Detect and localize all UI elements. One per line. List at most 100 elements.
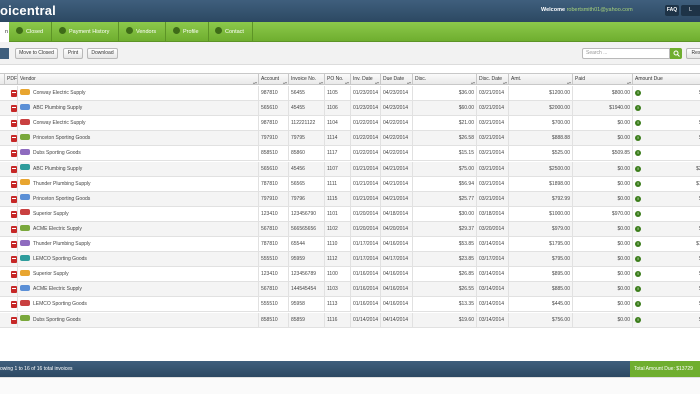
cell-pdf[interactable] bbox=[5, 312, 18, 328]
vendor-name[interactable]: Dubs Sporting Goods bbox=[33, 150, 81, 156]
vendor-name[interactable]: ABC Plumbing Supply bbox=[33, 166, 82, 172]
sort-icon[interactable]: ▴▾ bbox=[627, 77, 631, 84]
table-row[interactable]: Princeton Sporting Goods 797910 79795 1114 0… bbox=[0, 131, 700, 147]
pdf-icon[interactable] bbox=[11, 210, 17, 218]
cell-pdf[interactable] bbox=[5, 282, 18, 298]
cell-pdf[interactable] bbox=[5, 86, 18, 101]
user-menu-button[interactable]: L bbox=[681, 5, 700, 16]
download-button[interactable]: Download bbox=[87, 48, 118, 59]
pdf-icon[interactable] bbox=[11, 241, 17, 248]
sort-icon[interactable]: ▴▾ bbox=[345, 77, 349, 84]
pdf-icon[interactable] bbox=[11, 135, 17, 143]
sort-icon[interactable]: ▴▾ bbox=[471, 77, 475, 84]
pdf-icon[interactable] bbox=[11, 90, 17, 97]
table-row[interactable]: LEMCO Sporting Goods 555510 95959 1112 01/17… bbox=[0, 252, 700, 268]
vendor-name[interactable]: Superior Supply bbox=[33, 271, 69, 277]
pdf-icon[interactable] bbox=[11, 271, 17, 279]
pdf-icon[interactable] bbox=[11, 256, 17, 264]
tab-payment-history[interactable]: Payment History bbox=[55, 22, 119, 42]
info-circle-icon[interactable]: ! bbox=[635, 210, 641, 217]
info-circle-icon[interactable]: ! bbox=[635, 195, 641, 202]
pdf-icon[interactable] bbox=[11, 301, 17, 309]
info-circle-icon[interactable]: ! bbox=[635, 135, 641, 142]
table-row[interactable]: Thunder Plumbing Supply 787810 65544 1110 01… bbox=[0, 237, 700, 252]
sort-icon[interactable]: ▴▾ bbox=[283, 77, 287, 84]
pdf-icon[interactable] bbox=[11, 105, 17, 113]
info-circle-icon[interactable]: ! bbox=[635, 241, 641, 247]
vendor-name[interactable]: Thunder Plumbing Supply bbox=[33, 181, 91, 187]
cell-pdf[interactable] bbox=[5, 191, 18, 207]
faq-button[interactable]: FAQ bbox=[665, 5, 679, 16]
vendor-name[interactable]: Conway Electric Supply bbox=[33, 120, 86, 126]
info-circle-icon[interactable]: ! bbox=[635, 165, 641, 172]
column-header-inv-date[interactable]: Inv. Date ▴▾ bbox=[351, 74, 381, 85]
cell-pdf[interactable] bbox=[5, 206, 18, 222]
vendor-name[interactable]: ACME Electric Supply bbox=[33, 226, 82, 232]
column-header-disc-date[interactable]: Disc. Date ▴▾ bbox=[477, 74, 509, 85]
table-row[interactable]: Conway Electric Supply 987810 112221122 110… bbox=[0, 116, 700, 132]
vendor-name[interactable]: ABC Plumbing Supply bbox=[33, 105, 82, 111]
table-row[interactable]: Dubs Sporting Goods 858510 85859 1116 01/14/… bbox=[0, 312, 700, 328]
info-circle-icon[interactable]: ! bbox=[635, 301, 641, 308]
info-circle-icon[interactable]: ! bbox=[635, 256, 641, 263]
pdf-icon[interactable] bbox=[11, 286, 17, 294]
pdf-icon[interactable] bbox=[11, 120, 17, 128]
pdf-icon[interactable] bbox=[11, 180, 17, 188]
cell-pdf[interactable] bbox=[5, 146, 18, 162]
info-circle-icon[interactable]: ! bbox=[635, 225, 641, 232]
cell-pdf[interactable] bbox=[5, 176, 18, 192]
table-row[interactable]: ABC Plumbing Supply 565610 45455 1106 01/23/… bbox=[0, 101, 700, 117]
column-header-disc[interactable]: Disc. ▴▾ bbox=[413, 74, 477, 85]
cell-pdf[interactable] bbox=[5, 252, 18, 268]
table-row[interactable]: Thunder Plumbing Supply 787810 56565 1111 01… bbox=[0, 176, 700, 192]
column-header-vendor[interactable]: Vendor ▴▾ bbox=[18, 74, 259, 85]
cell-pdf[interactable] bbox=[5, 131, 18, 147]
vendor-name[interactable]: Dubs Sporting Goods bbox=[33, 317, 81, 323]
sort-icon[interactable]: ▴▾ bbox=[407, 77, 411, 84]
sort-icon[interactable]: ▴▾ bbox=[375, 77, 379, 84]
cell-pdf[interactable] bbox=[5, 237, 18, 252]
info-circle-icon[interactable]: ! bbox=[635, 150, 641, 157]
pdf-icon[interactable] bbox=[11, 165, 17, 173]
info-circle-icon[interactable]: ! bbox=[635, 271, 641, 278]
sort-icon[interactable]: ▴▾ bbox=[567, 77, 571, 84]
sort-icon[interactable]: ▴▾ bbox=[253, 77, 257, 84]
table-row[interactable]: Superior Supply 123410 123456789 1100 01/16/… bbox=[0, 267, 700, 283]
user-email[interactable]: robertsmith01@yahoo.com bbox=[567, 7, 633, 13]
search-input[interactable]: Search ... bbox=[582, 48, 670, 59]
vendor-name[interactable]: Thunder Plumbing Supply bbox=[33, 241, 91, 247]
column-header-invoice-no[interactable]: Invoice No. ▴▾ bbox=[289, 74, 325, 85]
print-button[interactable]: Print bbox=[63, 48, 83, 59]
vendor-name[interactable]: LEMCO Sporting Goods bbox=[33, 256, 87, 262]
vendor-name[interactable]: Princeton Sporting Goods bbox=[33, 196, 90, 202]
info-circle-icon[interactable]: ! bbox=[635, 316, 641, 323]
search-button[interactable] bbox=[670, 48, 682, 59]
vendor-name[interactable]: Superior Supply bbox=[33, 211, 69, 217]
vendor-name[interactable]: LEMCO Sporting Goods bbox=[33, 301, 87, 307]
column-header-amount-due[interactable]: Amount Due▴▾ bbox=[633, 74, 700, 85]
info-circle-icon[interactable]: ! bbox=[635, 105, 641, 112]
table-row[interactable]: ACME Electric Supply 567810 566565656 1102 0… bbox=[0, 221, 700, 237]
cell-pdf[interactable] bbox=[5, 267, 18, 283]
table-row[interactable]: Conway Electric Supply 987810 56455 1105 01/… bbox=[0, 86, 700, 101]
table-row[interactable]: LEMCO Sporting Goods 555510 95958 1113 01/16… bbox=[0, 297, 700, 313]
column-header-po-no[interactable]: PO No. ▴▾ bbox=[325, 74, 351, 85]
pdf-icon[interactable] bbox=[11, 316, 17, 324]
tab-closed[interactable]: Closed bbox=[12, 22, 52, 42]
pdf-icon[interactable] bbox=[11, 150, 17, 158]
info-circle-icon[interactable]: ! bbox=[635, 90, 641, 96]
table-row[interactable]: ABC Plumbing Supply 565610 45456 1107 01/21/… bbox=[0, 161, 700, 177]
column-header-paid[interactable]: Paid ▴▾ bbox=[573, 74, 633, 85]
select-all-button[interactable] bbox=[0, 48, 9, 59]
sort-icon[interactable]: ▴▾ bbox=[503, 77, 507, 84]
move-to-closed-button[interactable]: Move to Closed bbox=[15, 48, 58, 59]
sort-icon[interactable]: ▴▾ bbox=[319, 77, 323, 84]
column-header-account[interactable]: Account ▴▾ bbox=[259, 74, 289, 85]
pdf-icon[interactable] bbox=[11, 225, 17, 233]
column-header-pdf[interactable]: PDF bbox=[5, 74, 18, 85]
vendor-name[interactable]: ACME Electric Supply bbox=[33, 286, 82, 292]
tab-contact[interactable]: Contact bbox=[211, 22, 253, 42]
vendor-name[interactable]: Princeton Sporting Goods bbox=[33, 135, 90, 141]
cell-pdf[interactable] bbox=[5, 161, 18, 177]
cell-pdf[interactable] bbox=[5, 221, 18, 237]
